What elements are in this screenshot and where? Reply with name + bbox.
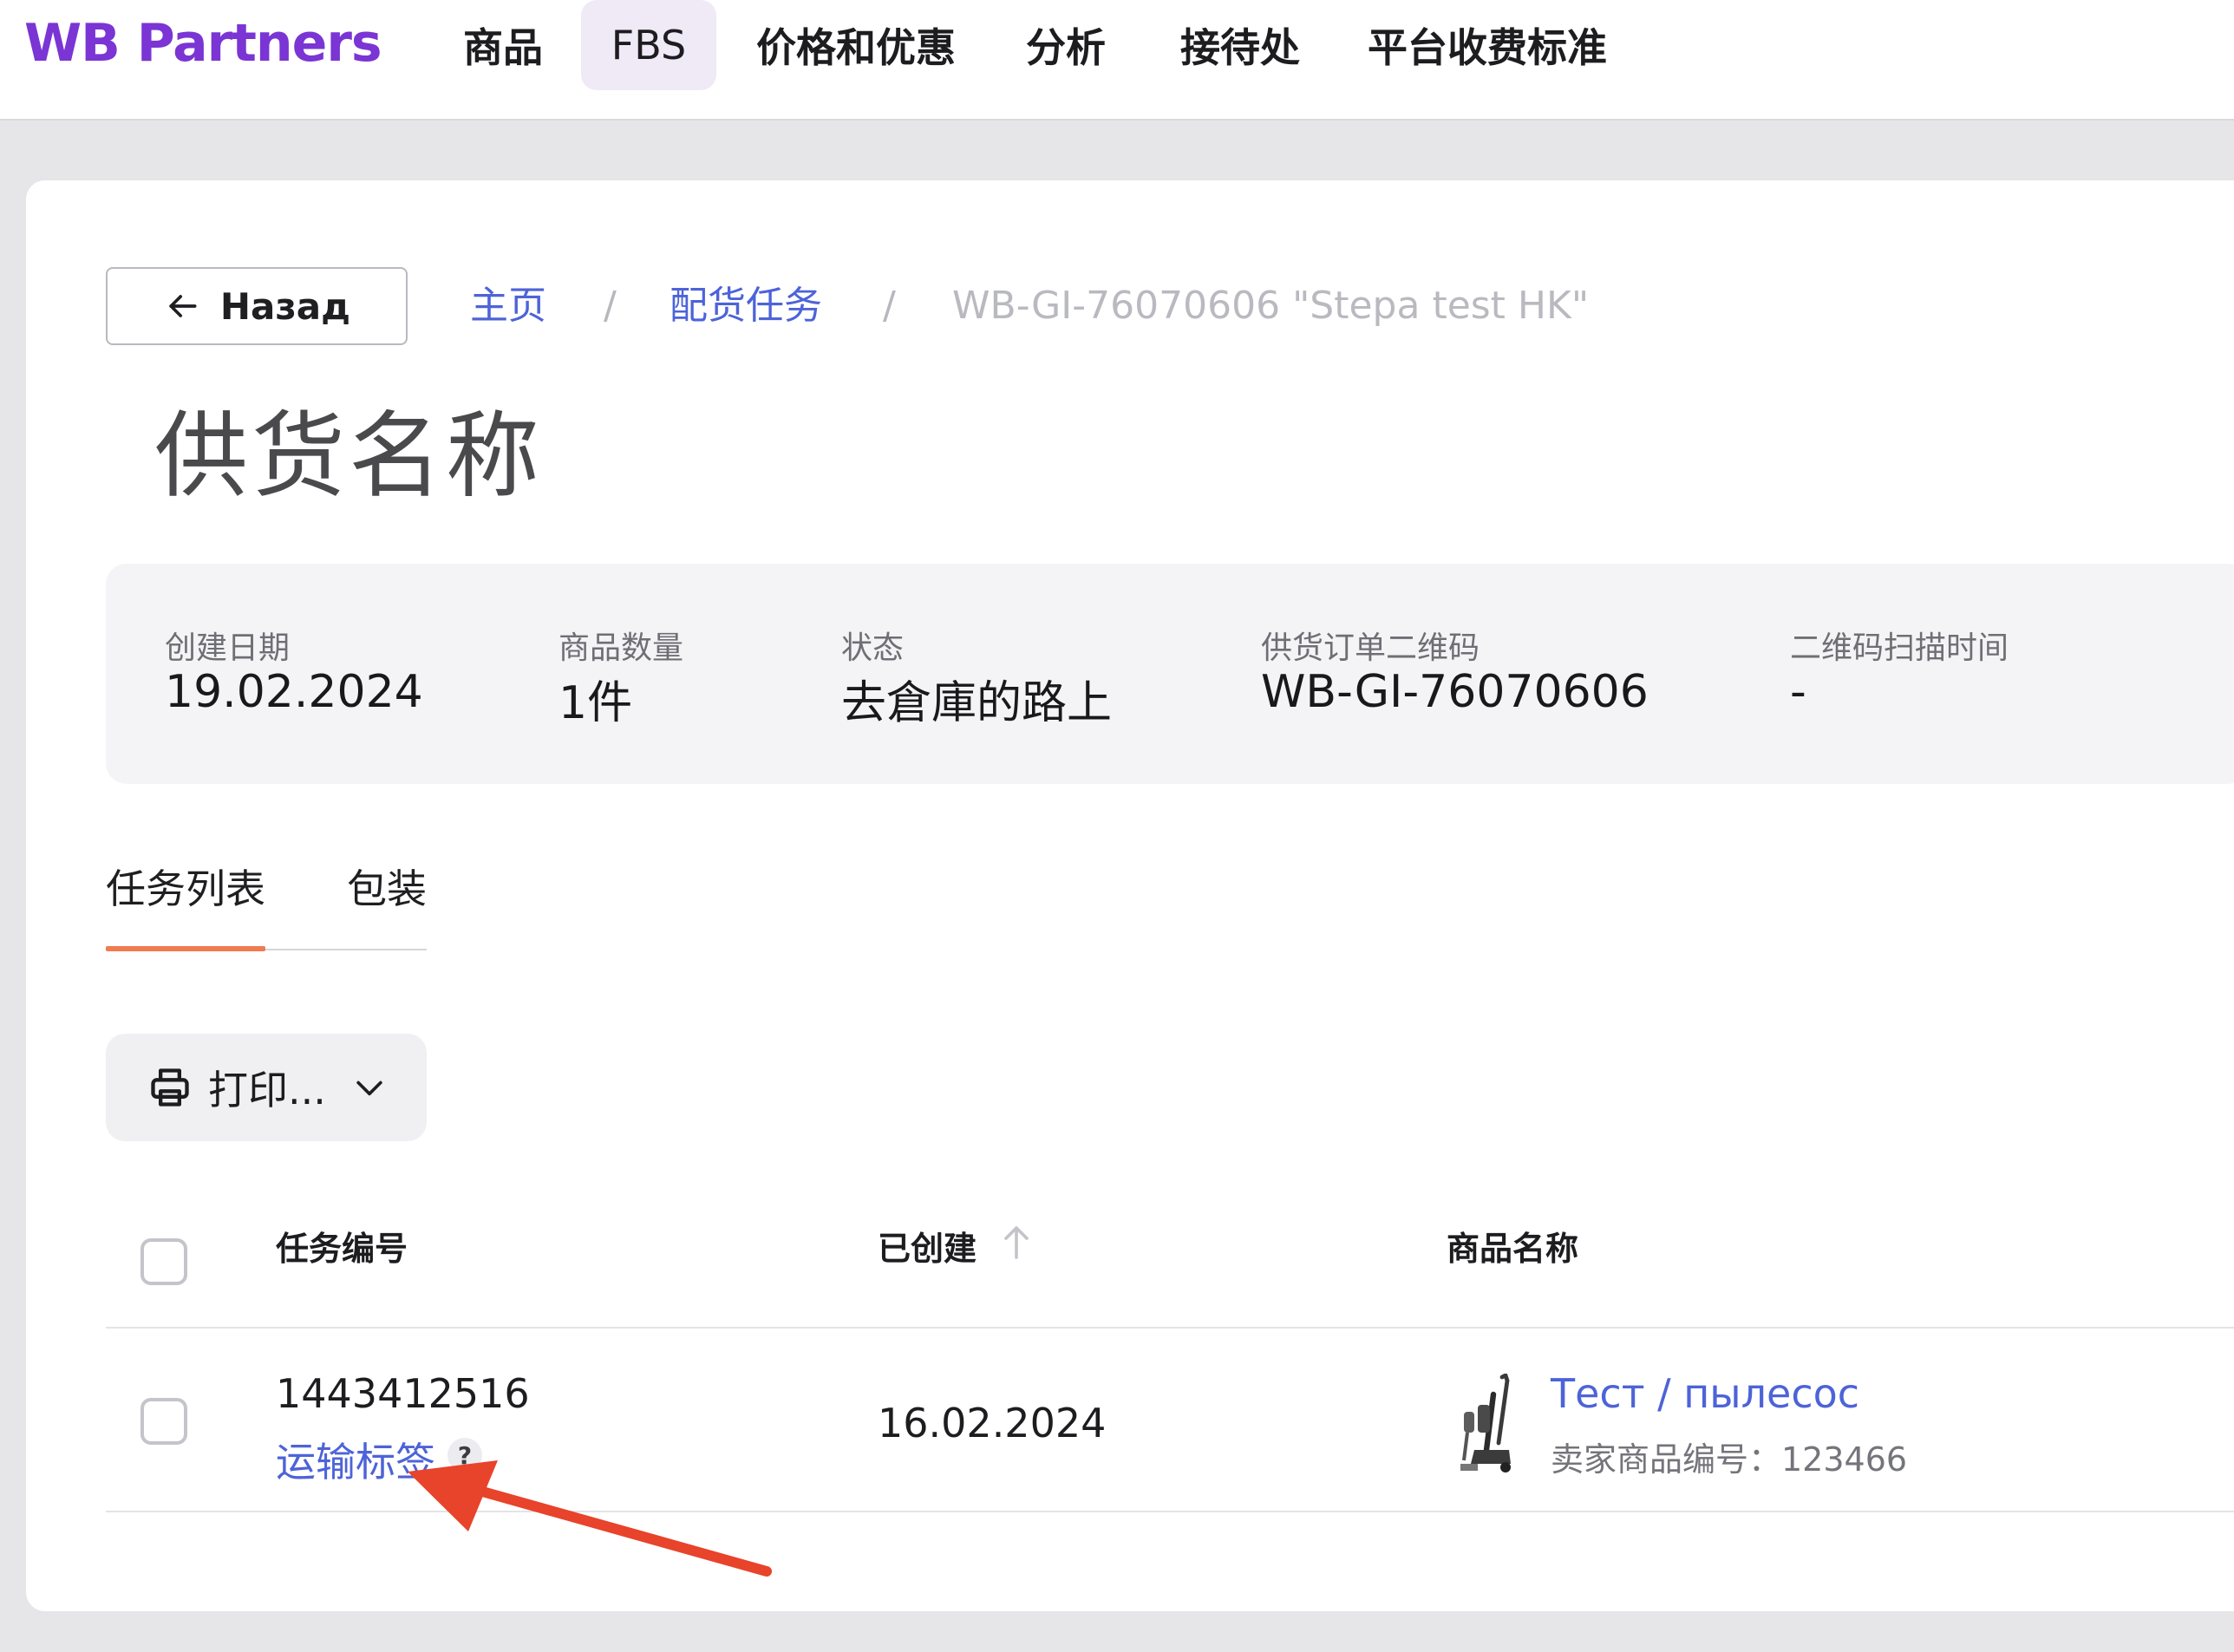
help-icon[interactable]: ? [447, 1438, 482, 1472]
table-row-divider [106, 1511, 2234, 1512]
nav-prices[interactable]: 价格和优惠 [748, 0, 964, 90]
back-button[interactable]: Назад [106, 267, 408, 345]
sort-up-icon[interactable] [1001, 1223, 1032, 1261]
top-navigation: WB Partners 商品 FBS 价格和优惠 分析 接待处 平台收费标准 [0, 0, 2234, 121]
column-created[interactable]: 已创建 [878, 1224, 977, 1273]
quantity-label: 商品数量 [558, 630, 684, 666]
nav-products[interactable]: 商品 [451, 0, 555, 90]
active-tab-indicator [106, 946, 265, 951]
page-title: 供货名称 [154, 402, 544, 511]
shipping-label-link[interactable]: 运输标签 [276, 1431, 435, 1488]
created-date-label: 创建日期 [165, 630, 291, 666]
status-label: 状态 [841, 630, 905, 666]
nav-fees[interactable]: 平台收费标准 [1362, 0, 1613, 90]
column-product-name: 商品名称 [1447, 1230, 1579, 1268]
print-button-label: 打印... [208, 1067, 326, 1113]
product-name-link[interactable]: Тест / пылесос [1551, 1370, 1859, 1417]
qr-code-value: WB-GI-76070606 [1261, 666, 1649, 718]
breadcrumb-current: WB-GI-76070606 "Stepa test HK" [952, 284, 1590, 328]
scan-time-value: - [1790, 666, 1806, 718]
logo[interactable]: WB Partners [24, 10, 382, 76]
breadcrumb-home[interactable]: 主页 [470, 276, 546, 336]
column-task-number: 任务编号 [276, 1230, 408, 1268]
nav-analytics[interactable]: 分析 [1016, 0, 1115, 90]
supply-info-panel: 创建日期 19.02.2024 商品数量 1件 状态 去倉庫的路上 供货订单二维… [106, 564, 2234, 784]
status-value: 去倉庫的路上 [841, 677, 1113, 729]
arrow-left-icon [169, 295, 197, 317]
quantity-value: 1件 [558, 677, 633, 729]
created-date-value: 19.02.2024 [165, 666, 423, 718]
chevron-down-icon [356, 1081, 382, 1096]
qr-code-label: 供货订单二维码 [1261, 630, 1480, 666]
nav-fbs[interactable]: FBS [581, 0, 716, 90]
breadcrumb-separator: / [883, 284, 896, 328]
tab-packaging[interactable]: 包装 [347, 859, 427, 919]
select-all-checkbox[interactable] [140, 1238, 187, 1285]
task-number: 1443412516 [276, 1370, 530, 1417]
back-button-label: Назад [219, 284, 351, 328]
print-button[interactable]: 打印... [106, 1034, 427, 1141]
vacuum-product-image [1460, 1374, 1511, 1472]
row-checkbox[interactable] [140, 1398, 187, 1445]
table-header-divider [106, 1327, 2234, 1329]
scan-time-label: 二维码扫描时间 [1790, 630, 2009, 666]
breadcrumb-section[interactable]: 配货任务 [670, 276, 822, 336]
seller-article: 卖家商品编号：123466 [1551, 1440, 1908, 1479]
created-date: 16.02.2024 [878, 1400, 1107, 1446]
printer-icon [151, 1068, 189, 1107]
nav-reception[interactable]: 接待处 [1171, 0, 1310, 90]
tab-task-list[interactable]: 任务列表 [106, 859, 265, 919]
breadcrumb-separator: / [604, 284, 617, 328]
